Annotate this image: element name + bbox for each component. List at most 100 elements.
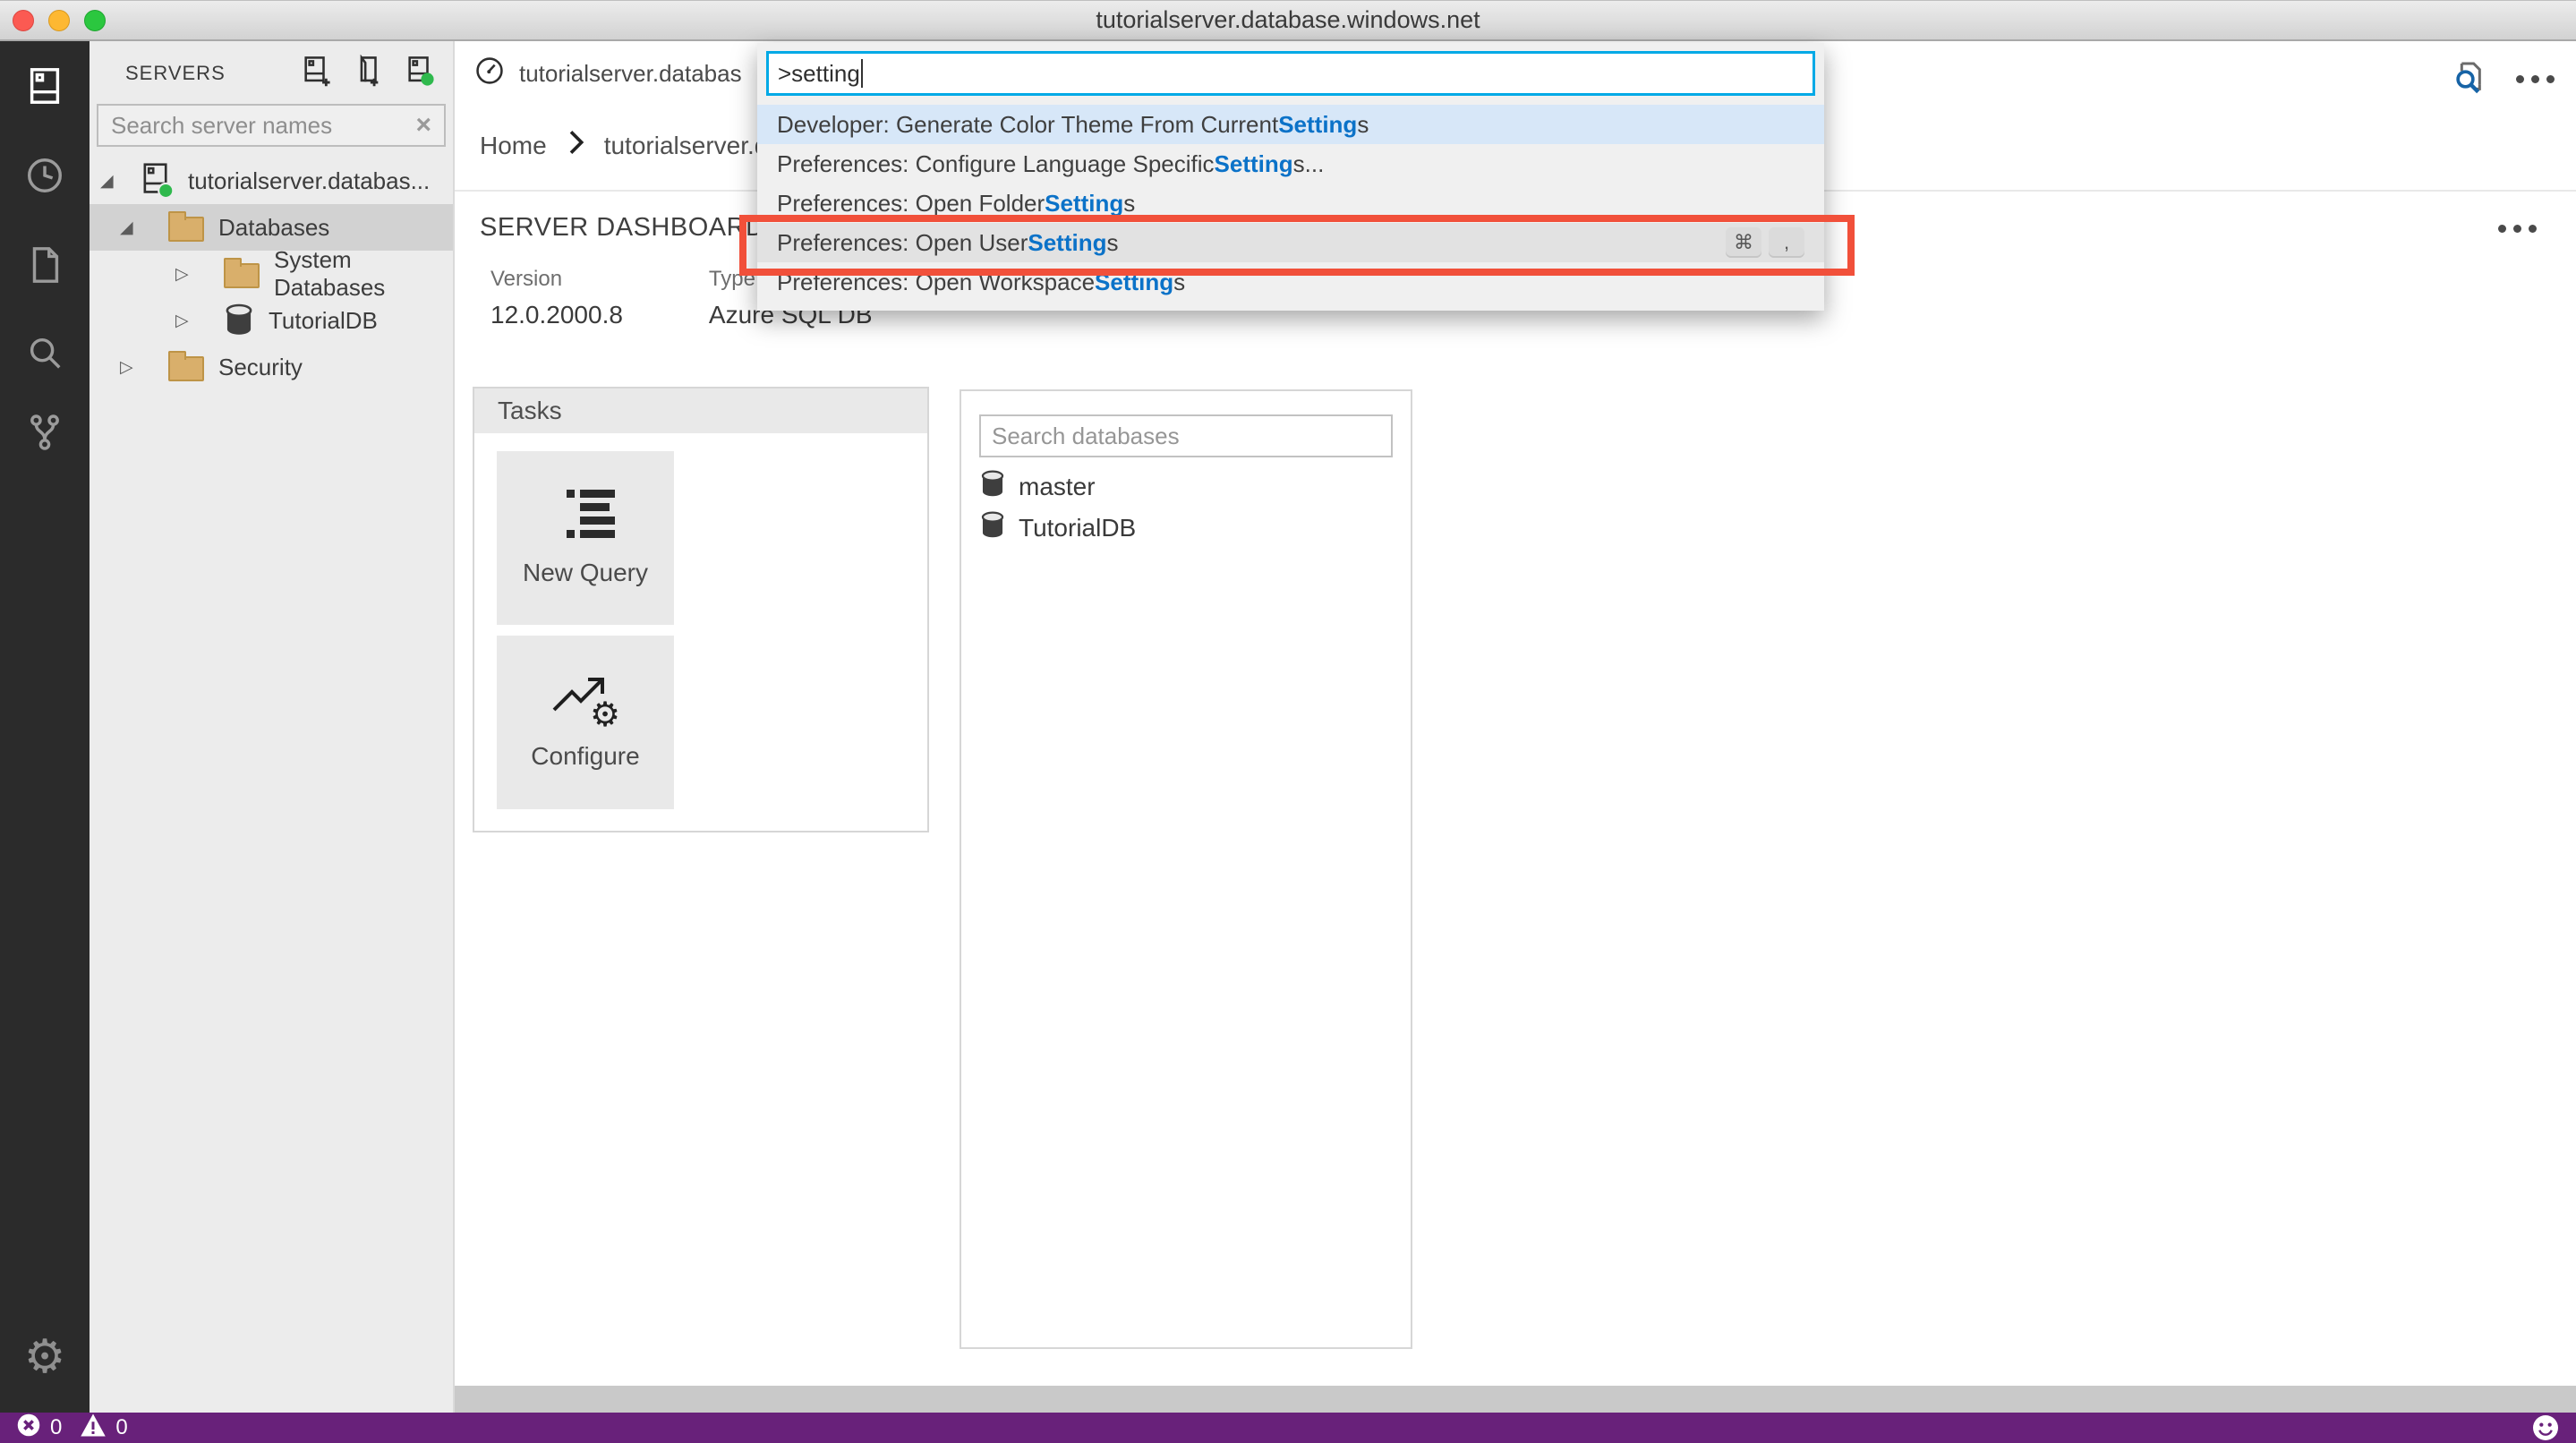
command-text: s...	[1293, 150, 1325, 178]
window-controls	[13, 10, 106, 31]
collapsed-twisty-icon[interactable]: ▷	[120, 357, 145, 378]
tasks-widget-header: Tasks	[474, 388, 927, 433]
tasks-widget: Tasks New Query	[473, 387, 929, 832]
zoom-window-button[interactable]	[84, 10, 106, 31]
editor-toolbar	[2450, 59, 2555, 99]
tree-item-label: Databases	[218, 214, 329, 242]
command-text: Preferences: Configure Language Specific	[777, 150, 1215, 178]
command-match: Setting	[1278, 111, 1357, 139]
tree-item-databases[interactable]: ◢ Databases	[90, 204, 453, 251]
command-text: s	[1357, 111, 1369, 139]
command-text: Preferences: Open Workspace	[777, 269, 1095, 296]
servers-sidebar: SERVERS	[90, 41, 455, 1413]
database-icon	[979, 470, 1006, 505]
explorer-file-icon[interactable]	[0, 244, 90, 286]
breadcrumb-home-link[interactable]: Home	[480, 132, 547, 160]
tree-item-server[interactable]: ◢ tutorialserver.databas...	[90, 158, 453, 204]
command-text: Preferences: Open Folder	[777, 190, 1045, 218]
tab-label: tutorialserver.databas	[519, 60, 742, 88]
property-label: Version	[490, 267, 623, 292]
activity-bar: ⚙	[0, 41, 90, 1413]
database-search-input[interactable]	[992, 423, 1380, 450]
dashboard-bottom-strip	[455, 1386, 2576, 1413]
database-search-box	[979, 414, 1393, 457]
new-server-group-icon[interactable]	[353, 55, 383, 93]
tree-item-security[interactable]: ▷ Security	[90, 344, 453, 390]
close-window-button[interactable]	[13, 10, 34, 31]
folder-icon	[168, 213, 204, 242]
command-match: Setting	[1095, 269, 1173, 296]
status-bar: 0 0	[0, 1413, 2576, 1443]
database-list-item[interactable]: master	[979, 466, 1393, 508]
app-window: tutorialserver.database.windows.net	[0, 0, 2576, 1443]
database-icon	[224, 303, 254, 337]
folder-icon	[224, 260, 260, 288]
breadcrumb: Home tutorialserver.d	[480, 129, 768, 162]
expanded-twisty-icon[interactable]: ◢	[120, 218, 145, 238]
command-match: Setting	[1215, 150, 1293, 178]
command-item-open-workspace-settings[interactable]: Preferences: Open Workspace Settings	[757, 262, 1824, 302]
command-text: Developer: Generate Color Theme From Cur…	[777, 111, 1278, 139]
command-match: Setting	[1045, 190, 1123, 218]
tree-item-label: Security	[218, 354, 303, 381]
window-title: tutorialserver.database.windows.net	[1096, 6, 1480, 34]
command-text: s	[1173, 269, 1185, 296]
minimize-window-button[interactable]	[48, 10, 70, 31]
expanded-twisty-icon[interactable]: ◢	[100, 171, 125, 192]
collapsed-twisty-icon[interactable]: ▷	[175, 264, 200, 285]
tree-item-tutorialdb[interactable]: ▷ TutorialDB	[90, 297, 453, 344]
feedback-smiley-icon[interactable]	[2531, 1413, 2560, 1442]
find-in-dashboard-icon[interactable]	[2450, 59, 2486, 99]
database-icon	[979, 511, 1006, 546]
dashboard-gauge-icon	[474, 56, 505, 92]
command-match: Setting	[1028, 229, 1106, 257]
command-text: s	[1123, 190, 1135, 218]
property-value: 12.0.2000.8	[490, 301, 623, 329]
source-control-icon[interactable]	[0, 412, 90, 453]
settings-gear-icon[interactable]: ⚙	[0, 1334, 90, 1380]
tile-label: Configure	[531, 742, 639, 771]
clear-search-icon[interactable]: ×	[415, 112, 431, 139]
tree-item-system-databases[interactable]: ▷ System Databases	[90, 251, 453, 297]
database-list-item[interactable]: TutorialDB	[979, 508, 1393, 549]
database-list: master TutorialDB	[979, 466, 1393, 549]
configure-tile[interactable]: ⚙ Configure	[497, 636, 674, 809]
title-bar: tutorialserver.database.windows.net	[0, 0, 2576, 41]
new-connection-icon[interactable]	[301, 55, 331, 93]
servers-panel-header: SERVERS	[90, 41, 453, 93]
command-item-generate-color-theme[interactable]: Developer: Generate Color Theme From Cur…	[757, 105, 1824, 144]
command-palette-list: Developer: Generate Color Theme From Cur…	[757, 105, 1824, 302]
folder-icon	[168, 353, 204, 381]
new-query-icon	[556, 490, 615, 542]
collapsed-twisty-icon[interactable]: ▷	[175, 311, 200, 331]
cmd-key: ⌘	[1726, 227, 1761, 258]
command-query-text: >setting	[778, 60, 860, 88]
error-count: 0	[50, 1415, 62, 1440]
widget-more-actions-icon[interactable]	[2498, 225, 2537, 233]
command-text: s	[1106, 229, 1118, 257]
page-title: SERVER DASHBOARD	[480, 213, 765, 243]
new-query-tile[interactable]: New Query	[497, 451, 674, 625]
configure-icon: ⚙	[550, 674, 620, 726]
tree-item-label: tutorialserver.databas...	[188, 167, 430, 195]
comma-key: ,	[1769, 227, 1804, 258]
more-actions-icon[interactable]	[2516, 75, 2555, 83]
active-connections-icon[interactable]	[405, 55, 435, 93]
command-palette: >setting Developer: Generate Color Theme…	[757, 43, 1824, 311]
tree-item-label: TutorialDB	[269, 307, 378, 335]
servers-icon[interactable]	[0, 65, 90, 107]
database-name: TutorialDB	[1019, 514, 1136, 542]
command-text: Preferences: Open User	[777, 229, 1028, 257]
command-item-open-folder-settings[interactable]: Preferences: Open Folder Settings	[757, 184, 1824, 223]
command-item-open-user-settings[interactable]: Preferences: Open User Settings ⌘ ,	[757, 223, 1824, 262]
command-item-configure-language-settings[interactable]: Preferences: Configure Language Specific…	[757, 144, 1824, 184]
errors-icon[interactable]	[16, 1413, 41, 1443]
command-palette-input[interactable]: >setting	[766, 51, 1815, 96]
warnings-icon[interactable]	[80, 1413, 107, 1443]
tree-item-label: System Databases	[274, 246, 453, 302]
server-connected-icon	[140, 161, 174, 201]
task-history-icon[interactable]	[0, 155, 90, 196]
server-search-input[interactable]	[111, 112, 415, 140]
tab-server-dashboard[interactable]: tutorialserver.databas	[474, 56, 742, 92]
search-icon[interactable]	[0, 334, 90, 375]
